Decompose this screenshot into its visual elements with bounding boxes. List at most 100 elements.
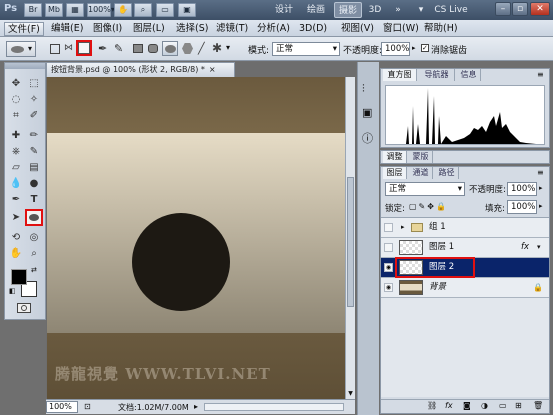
bridge-button[interactable]: Br <box>24 3 42 17</box>
antialias-checkbox[interactable]: ✓ <box>421 44 429 52</box>
menu-select[interactable]: 选择(S) <box>173 22 211 36</box>
blend-mode-select[interactable]: 正常 ▾ <box>272 42 340 56</box>
tab-adjustments[interactable]: 调整 <box>383 151 407 163</box>
line-icon[interactable]: ╱ <box>198 42 205 55</box>
cs-live-button[interactable]: CS Live <box>426 2 476 18</box>
menu-view[interactable]: 视图(V) <box>338 22 377 36</box>
menu-filter[interactable]: 滤镜(T) <box>213 22 251 36</box>
zoom-level-button[interactable]: 100%▾ <box>87 3 115 17</box>
status-icon[interactable]: ⊡ <box>84 402 91 411</box>
ellipse-tool-option[interactable] <box>162 41 178 56</box>
crop-tool-icon[interactable]: ⌗ <box>9 109 23 122</box>
menu-analysis[interactable]: 分析(A) <box>254 22 293 36</box>
eraser-tool-icon[interactable]: ▱ <box>9 161 23 174</box>
pen-icon[interactable]: ✒ <box>98 42 107 55</box>
3d-rotate-tool-icon[interactable]: ⟲ <box>9 231 23 244</box>
eyedropper-tool-icon[interactable]: ✐ <box>27 109 41 122</box>
menu-image[interactable]: 图像(I) <box>90 22 125 36</box>
layer-blend-mode-select[interactable]: 正常 ▾ <box>385 182 465 196</box>
workspace-painting[interactable]: 绘画 <box>302 2 330 18</box>
rectangle-icon[interactable] <box>133 44 143 53</box>
healing-brush-tool-icon[interactable]: ✚ <box>9 129 23 142</box>
paths-icon[interactable]: ⋈ <box>64 43 75 54</box>
layer-row-group[interactable]: ▸ 组 1 <box>381 218 549 238</box>
zoom-input[interactable]: 100% <box>46 401 78 413</box>
layer-row[interactable]: 图层 1 fx ▾ <box>381 238 549 258</box>
screen-mode-button[interactable]: ▣ <box>178 3 196 17</box>
foreground-color-swatch[interactable] <box>11 269 27 285</box>
delete-layer-icon[interactable]: 🗑 <box>533 401 543 410</box>
chevron-right-icon[interactable]: ▸ <box>539 202 543 210</box>
path-selection-tool-icon[interactable]: ➤ <box>9 211 23 224</box>
tab-channels[interactable]: 通道 <box>409 167 433 179</box>
menu-edit[interactable]: 编辑(E) <box>48 22 86 36</box>
type-tool-icon[interactable]: T <box>27 193 41 206</box>
layer-row-selected[interactable]: ◉ 图层 2 <box>381 257 549 278</box>
view-extras-button[interactable]: ▦ <box>66 3 84 17</box>
scrollbar-thumb[interactable] <box>347 177 354 307</box>
tab-masks[interactable]: 蒙版 <box>409 151 433 163</box>
maximize-button[interactable]: ▫ <box>512 2 528 16</box>
zoom-tool-icon[interactable]: ⌕ <box>27 247 41 260</box>
menu-layer[interactable]: 图层(L) <box>130 22 168 36</box>
custom-shape-icon[interactable]: ✱ <box>212 41 222 55</box>
menu-help[interactable]: 帮助(H) <box>421 22 461 36</box>
polygon-icon[interactable] <box>182 43 193 54</box>
workspace-design[interactable]: 设计 <box>270 2 298 18</box>
lasso-tool-icon[interactable]: ◌ <box>9 93 23 106</box>
eye-icon[interactable]: ◉ <box>384 283 393 292</box>
chevron-right-icon[interactable]: ▸ <box>401 218 405 237</box>
ellipse-shape[interactable] <box>132 213 230 311</box>
zoom-tool-button[interactable]: ⌕ <box>134 3 152 17</box>
dodge-tool-icon[interactable]: ● <box>27 177 41 190</box>
move-tool-icon[interactable]: ✥ <box>9 77 23 90</box>
chevron-right-icon[interactable]: ▸ <box>539 184 543 192</box>
tab-paths[interactable]: 路径 <box>435 167 459 179</box>
visibility-toggle[interactable] <box>384 223 393 232</box>
menu-file[interactable]: 文件(F) <box>4 22 44 36</box>
add-mask-icon[interactable]: ◙ <box>463 401 471 410</box>
opacity-input[interactable]: 100% <box>381 42 410 56</box>
geometry-options-icon[interactable]: ▾ <box>226 43 230 52</box>
panel-menu-icon[interactable]: ≡ <box>537 70 544 79</box>
arrange-documents-button[interactable]: ▭ <box>156 3 174 17</box>
tab-info[interactable]: 信息 <box>457 69 481 81</box>
panel-menu-icon[interactable]: ≡ <box>537 168 544 177</box>
layer-effects-icon[interactable]: fx <box>521 238 529 257</box>
swap-colors-icon[interactable]: ⇄ <box>31 266 37 274</box>
minimize-button[interactable]: – <box>495 2 511 16</box>
quick-mask-icon[interactable] <box>17 303 31 313</box>
ellipse-tool-icon[interactable] <box>25 209 43 226</box>
3d-orbit-tool-icon[interactable]: ◎ <box>27 231 41 244</box>
layer-row-background[interactable]: ◉ 背景 🔒 <box>381 278 549 298</box>
fill-pixels-icon[interactable] <box>76 40 92 56</box>
hand-tool-button[interactable]: ✋ <box>114 3 132 17</box>
layer-opacity-input[interactable]: 100% <box>507 182 537 196</box>
navigator-panel-icon[interactable]: ▣ <box>362 106 372 119</box>
new-group-icon[interactable]: ▭ <box>499 401 507 410</box>
shape-layers-icon[interactable] <box>50 44 60 54</box>
menu-window[interactable]: 窗口(W) <box>380 22 422 36</box>
add-style-icon[interactable]: fx <box>445 401 453 410</box>
pen-tool-icon[interactable]: ✒ <box>9 193 23 206</box>
quick-select-tool-icon[interactable]: ✧ <box>27 93 41 106</box>
adjustment-layer-icon[interactable]: ◑ <box>481 401 488 410</box>
tool-preset-picker[interactable]: ▾ <box>6 41 36 57</box>
marquee-tool-icon[interactable]: ⬚ <box>27 77 41 90</box>
lock-options-icon[interactable]: ▢✎✥🔒 <box>409 202 448 211</box>
visibility-toggle[interactable] <box>384 243 393 252</box>
document-tab[interactable]: 按钮背景.psd @ 100% (形状 2, RGB/8) * × <box>46 62 235 77</box>
info-panel-icon[interactable]: ⓘ <box>362 130 373 146</box>
link-layers-icon[interactable]: ⛓ <box>427 401 437 410</box>
fill-input[interactable]: 100% <box>507 200 537 214</box>
tab-navigator[interactable]: 导航器 <box>419 69 455 81</box>
mini-bridge-button[interactable]: Mb <box>45 3 63 17</box>
rounded-rectangle-icon[interactable] <box>148 44 158 53</box>
scroll-down-icon[interactable]: ▼ <box>346 390 355 399</box>
close-window-button[interactable]: ✕ <box>530 2 550 16</box>
tab-histogram[interactable]: 直方图 <box>383 69 417 81</box>
more-workspaces-button[interactable]: » <box>390 2 406 18</box>
chevron-down-icon[interactable]: ▾ <box>537 238 541 257</box>
status-menu-icon[interactable]: ▸ <box>194 402 198 411</box>
vertical-scrollbar[interactable]: ▼ <box>345 77 355 399</box>
